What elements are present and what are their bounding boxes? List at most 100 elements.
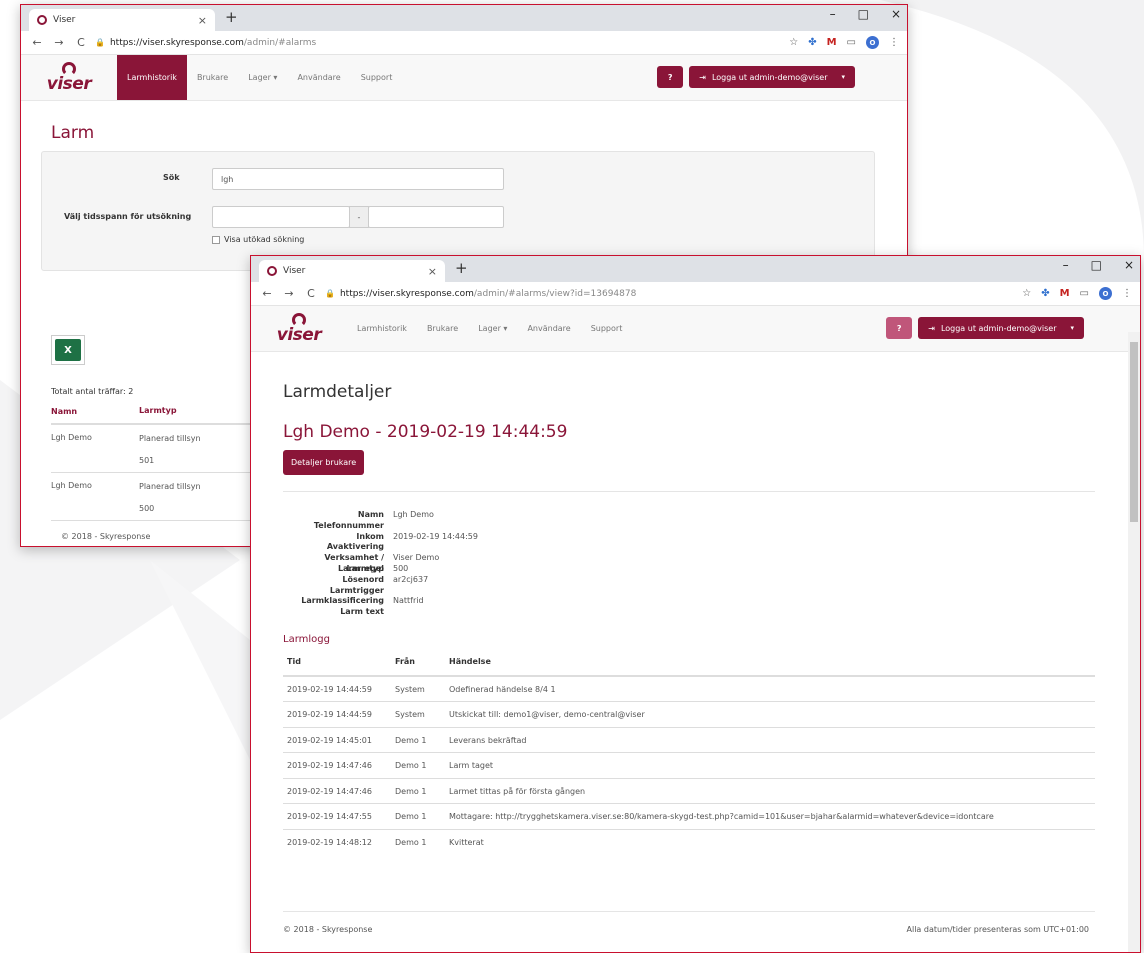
extended-search-checkbox[interactable]: Visa utökad sökning	[212, 235, 304, 244]
viser-logo[interactable]: viser	[21, 55, 117, 100]
url-path: /admin/#alarms	[243, 37, 317, 48]
detail-row: Namn Lgh Demo	[283, 510, 1140, 521]
table-row: 2019-02-19 14:47:46 Demo 1 Larm taget	[283, 753, 1095, 779]
filter-panel: Sök lgh Välj tidsspann för utsökning - V…	[41, 151, 875, 271]
nav-item-larmhistorik[interactable]: Larmhistorik	[347, 306, 417, 351]
table-row[interactable]: Lgh Demo Planerad tillsyn 500	[51, 473, 251, 521]
browser-window-alarm-details: Viser × + – □ × ← → C 🔒 https://viser.sk…	[250, 255, 1141, 953]
log-col-event: Händelse	[449, 657, 491, 667]
detail-row: Larmtyp 500	[283, 564, 1140, 575]
bookmark-star-icon[interactable]: ☆	[789, 37, 798, 48]
detail-key: Larmtyp	[346, 563, 384, 573]
minimize-button[interactable]: –	[830, 7, 836, 21]
nav-item-larmhistorik[interactable]: Larmhistorik	[117, 55, 187, 100]
detail-value: Lgh Demo	[393, 510, 434, 519]
minimize-button[interactable]: –	[1063, 258, 1069, 272]
log-from: System	[395, 710, 425, 720]
url-host: https://viser.skyresponse.com	[109, 37, 244, 48]
col-name-header[interactable]: Namn	[51, 407, 139, 416]
table-row[interactable]: Lgh Demo Planerad tillsyn 501	[51, 425, 251, 473]
nav-item-lager[interactable]: Lager ▾	[468, 306, 517, 351]
nav-item-anvandare[interactable]: Användare	[517, 306, 580, 351]
logout-label: Logga ut admin-demo@viser	[940, 323, 1057, 333]
back-button[interactable]: ←	[259, 287, 275, 300]
cell-type: Planerad tillsyn 500	[139, 481, 249, 520]
tab-title: Viser	[53, 15, 76, 25]
new-tab-button[interactable]: +	[455, 259, 468, 277]
excel-export-button[interactable]: X	[51, 335, 85, 365]
detail-key: Avaktivering	[326, 542, 384, 552]
footer: © 2018 - Skyresponse Alla datum/tider pr…	[283, 925, 1089, 934]
reload-button[interactable]: C	[303, 287, 319, 300]
detail-user-button[interactable]: Detaljer brukare	[283, 450, 365, 475]
detail-key: Larmklassificering	[301, 596, 384, 606]
nav-item-lager[interactable]: Lager ▾	[238, 55, 287, 100]
dropbox-extension-icon[interactable]: ✤	[1041, 288, 1049, 299]
timespan-to-input[interactable]	[368, 206, 504, 228]
close-window-button[interactable]: ×	[1124, 258, 1134, 272]
menu-kebab-icon[interactable]: ⋮	[889, 37, 899, 48]
log-time: 2019-02-19 14:44:59	[287, 710, 372, 720]
logout-button[interactable]: ⇥ Logga ut admin-demo@viser ▾	[689, 66, 855, 88]
dropbox-extension-icon[interactable]: ✤	[808, 37, 816, 48]
log-time: 2019-02-19 14:44:59	[287, 684, 372, 694]
cast-extension-icon[interactable]: ▭	[847, 37, 856, 48]
detail-key: Telefonnummer	[313, 520, 384, 530]
checkbox-box	[212, 235, 220, 244]
nav-item-brukare[interactable]: Brukare	[187, 55, 238, 100]
profile-avatar-icon[interactable]: O	[866, 36, 879, 49]
tab-close-icon[interactable]: ×	[428, 265, 437, 278]
back-button[interactable]: ←	[29, 36, 45, 49]
nav-item-support[interactable]: Support	[581, 306, 633, 351]
nav-item-anvandare[interactable]: Användare	[287, 55, 350, 100]
maximize-button[interactable]: □	[1091, 258, 1102, 272]
alarms-table: Namn Larmtyp Lgh Demo Planerad tillsyn 5…	[51, 399, 251, 521]
viser-logo[interactable]: viser	[251, 306, 347, 351]
url-field[interactable]: 🔒 https://viser.skyresponse.com/admin/#a…	[325, 289, 1022, 299]
new-tab-button[interactable]: +	[225, 8, 238, 26]
table-row: 2019-02-19 14:47:55 Demo 1 Mottagare: http…	[283, 804, 1095, 830]
log-header: Tid Från Händelse	[283, 649, 1095, 677]
alarm-details-page: Larmdetaljer Lgh Demo - 2019-02-19 14:44…	[251, 382, 1140, 855]
tab-close-icon[interactable]: ×	[198, 14, 207, 27]
address-bar: ← → C 🔒 https://viser.skyresponse.com/ad…	[21, 31, 907, 55]
log-event: Larmet tittas på för första gången	[449, 786, 586, 796]
gmail-extension-icon[interactable]: M	[1060, 288, 1070, 299]
cell-name: Lgh Demo	[51, 481, 92, 490]
table-header: Namn Larmtyp	[51, 399, 251, 425]
table-row: 2019-02-19 14:48:12 Demo 1 Kvitterat	[283, 830, 1095, 856]
timespan-label: Välj tidsspann för utsökning	[64, 212, 192, 221]
log-time: 2019-02-19 14:47:46	[287, 786, 372, 796]
search-input[interactable]: lgh	[212, 168, 504, 190]
forward-button[interactable]: →	[51, 36, 67, 49]
logout-button[interactable]: ⇥ Logga ut admin-demo@viser ▾	[918, 317, 1084, 339]
page-title: Larm	[51, 123, 95, 143]
browser-tab[interactable]: Viser ×	[29, 9, 215, 31]
menu-kebab-icon[interactable]: ⋮	[1122, 288, 1132, 299]
window-controls: – □ ×	[830, 7, 901, 21]
help-button[interactable]: ?	[657, 66, 684, 88]
help-button[interactable]: ?	[886, 317, 913, 339]
browser-tab[interactable]: Viser ×	[259, 260, 445, 282]
nav-item-support[interactable]: Support	[351, 55, 403, 100]
forward-button[interactable]: →	[281, 287, 297, 300]
reload-button[interactable]: C	[73, 36, 89, 49]
url-field[interactable]: 🔒 https://viser.skyresponse.com/admin/#a…	[95, 38, 789, 48]
nav-item-brukare[interactable]: Brukare	[417, 306, 468, 351]
cell-name: Lgh Demo	[51, 433, 92, 442]
maximize-button[interactable]: □	[858, 7, 869, 21]
bookmark-star-icon[interactable]: ☆	[1022, 288, 1031, 299]
log-event: Kvitterat	[449, 838, 484, 848]
profile-avatar-icon[interactable]: O	[1099, 287, 1112, 300]
detail-key: Verksamhet / Larmregel	[324, 553, 384, 573]
gmail-extension-icon[interactable]: M	[827, 37, 837, 48]
close-window-button[interactable]: ×	[891, 7, 901, 21]
timespan-from-input[interactable]	[212, 206, 350, 228]
cast-extension-icon[interactable]: ▭	[1080, 288, 1089, 299]
col-type-header[interactable]: Larmtyp	[139, 400, 249, 422]
url-host: https://viser.skyresponse.com	[339, 288, 474, 299]
extensions: ☆ ✤ M ▭ O ⋮	[789, 36, 899, 49]
detail-key: Larmtrigger	[329, 585, 384, 595]
url-path: /admin/#alarms/view?id=13694878	[473, 288, 637, 299]
log-col-time: Tid	[287, 657, 301, 667]
